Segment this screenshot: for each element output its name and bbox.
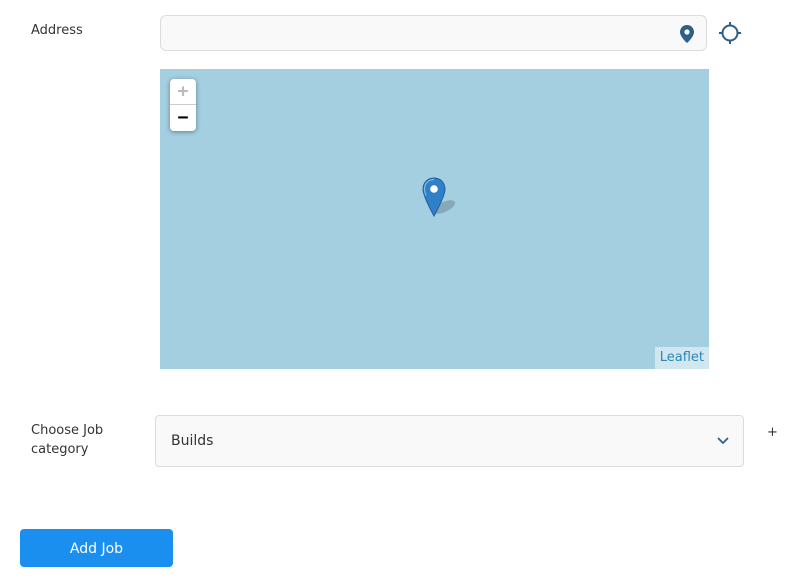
add-category-button[interactable]: + (767, 425, 778, 441)
map-view[interactable]: + − Leaflet (160, 69, 709, 369)
job-form: Address + − Leaflet Choose Job category … (0, 0, 795, 587)
map-marker-icon[interactable] (420, 177, 460, 221)
crosshair-icon[interactable] (718, 21, 742, 45)
job-category-value: Builds (171, 433, 214, 449)
address-input[interactable] (161, 16, 706, 50)
job-category-select[interactable]: Builds (155, 415, 744, 467)
chevron-down-icon (717, 437, 729, 444)
address-field[interactable] (160, 15, 707, 51)
map-pin-icon (680, 25, 694, 43)
zoom-control: + − (170, 79, 196, 131)
leaflet-attribution-link[interactable]: Leaflet (654, 347, 709, 369)
zoom-out-button[interactable]: − (170, 105, 196, 131)
address-label: Address (31, 23, 83, 38)
category-label: Choose Job category (31, 423, 104, 457)
zoom-in-button[interactable]: + (170, 79, 196, 105)
add-job-button[interactable]: Add Job (20, 529, 173, 567)
